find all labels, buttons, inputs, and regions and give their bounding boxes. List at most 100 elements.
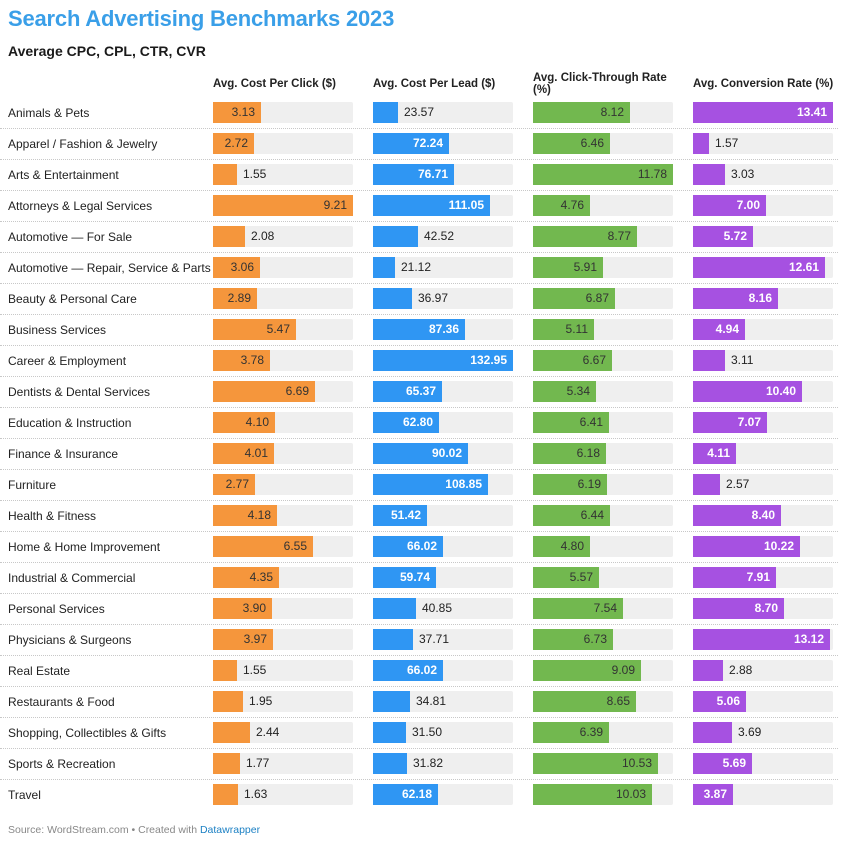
value-label-cpl: 42.52 <box>424 229 455 243</box>
value-label-cpc: 1.95 <box>249 694 273 708</box>
bar-track-cpc: 3.06 <box>213 257 353 278</box>
bar-track-ctr: 8.77 <box>533 226 673 247</box>
table-row: Personal Services 3.90 40.85 7.54 8.70 <box>0 594 838 625</box>
value-label-cpc: 3.97 <box>243 632 267 646</box>
table-row: Sports & Recreation 1.77 31.82 10.53 5.69 <box>0 749 838 780</box>
table-row: Career & Employment 3.78 132.95 6.67 3.11 <box>0 346 838 377</box>
row-label: Business Services <box>8 323 107 337</box>
value-label-cpl: 31.82 <box>413 756 444 770</box>
bar-cvr <box>693 660 723 681</box>
value-label-ctr: 7.54 <box>593 601 617 615</box>
value-label-cvr: 4.94 <box>715 322 739 336</box>
bar-track-ctr: 6.73 <box>533 629 673 650</box>
bar-cpl <box>373 226 418 247</box>
value-label-cvr: 2.88 <box>729 663 753 677</box>
bar-track-cpl: 40.85 <box>373 598 513 619</box>
bar-track-ctr: 5.91 <box>533 257 673 278</box>
value-label-ctr: 6.44 <box>580 508 604 522</box>
value-label-cvr: 8.70 <box>754 601 778 615</box>
row-label: Health & Fitness <box>8 509 97 523</box>
bar-cvr <box>693 350 725 371</box>
table-row: Business Services 5.47 87.36 5.11 4.94 <box>0 315 838 346</box>
table-row: Dentists & Dental Services 6.69 65.37 5.34 1… <box>0 377 838 408</box>
value-label-ctr: 5.11 <box>565 322 588 336</box>
table-row: Apparel / Fashion & Jewelry 2.72 72.24 6.46… <box>0 129 838 160</box>
bar-track-cpl: 59.74 <box>373 567 513 588</box>
bar-track-ctr: 8.12 <box>533 102 673 123</box>
table-row: Animals & Pets 3.13 23.57 8.12 13.41 <box>0 98 838 129</box>
value-label-ctr: 6.19 <box>577 477 601 491</box>
bar-track-cpc: 2.08 <box>213 226 353 247</box>
value-label-cpc: 1.77 <box>246 756 270 770</box>
value-label-cpl: 76.71 <box>417 167 448 181</box>
value-label-cpl: 59.74 <box>399 570 430 584</box>
bar-track-cpc: 1.55 <box>213 164 353 185</box>
datawrapper-link[interactable]: Datawrapper <box>200 824 260 836</box>
bar-track-cpc: 3.90 <box>213 598 353 619</box>
bar-track-ctr: 6.39 <box>533 722 673 743</box>
table-row: Automotive — Repair, Service & Parts 3.06… <box>0 253 838 284</box>
value-label-cvr: 1.57 <box>715 136 739 150</box>
value-label-cpc: 1.55 <box>243 663 267 677</box>
bar-track-cpl: 66.02 <box>373 536 513 557</box>
value-label-cpl: 66.02 <box>406 539 437 553</box>
value-label-ctr: 5.34 <box>566 384 590 398</box>
table-row: Home & Home Improvement 6.55 66.02 4.80 10.2… <box>0 532 838 563</box>
value-label-ctr: 6.18 <box>576 446 600 460</box>
bar-track-cpc: 9.21 <box>213 195 353 216</box>
value-label-cpl: 72.24 <box>412 136 443 150</box>
bar-track-ctr: 6.87 <box>533 288 673 309</box>
bar-track-cvr: 7.00 <box>693 195 833 216</box>
bar-track-ctr: 6.18 <box>533 443 673 464</box>
row-label: Animals & Pets <box>8 106 90 120</box>
value-label-cvr: 10.22 <box>763 539 794 553</box>
row-label: Sports & Recreation <box>8 757 116 771</box>
bar-track-cpl: 42.52 <box>373 226 513 247</box>
row-label: Home & Home Improvement <box>8 540 161 554</box>
value-label-cvr: 3.69 <box>738 725 762 739</box>
value-label-ctr: 6.87 <box>585 291 609 305</box>
row-label: Industrial & Commercial <box>8 571 136 585</box>
bar-track-cvr: 8.70 <box>693 598 833 619</box>
bar-cpl <box>373 102 398 123</box>
bar-track-cvr: 5.06 <box>693 691 833 712</box>
bar-track-cpc: 4.10 <box>213 412 353 433</box>
table-row: Arts & Entertainment 1.55 76.71 11.78 3.03 <box>0 160 838 191</box>
row-label: Apparel / Fashion & Jewelry <box>8 137 158 151</box>
table-row: Attorneys & Legal Services 9.21 111.05 4.76… <box>0 191 838 222</box>
value-label-cpc: 5.47 <box>266 322 290 336</box>
row-label: Real Estate <box>8 664 71 678</box>
value-label-cpl: 90.02 <box>431 446 462 460</box>
bar-track-ctr: 5.11 <box>533 319 673 340</box>
bar-track-cvr: 1.57 <box>693 133 833 154</box>
row-label: Travel <box>8 788 41 802</box>
value-label-cpc: 2.44 <box>256 725 280 739</box>
value-label-ctr: 8.77 <box>607 229 631 243</box>
value-label-cpl: 132.95 <box>470 353 507 367</box>
bar-track-cpl: 34.81 <box>373 691 513 712</box>
bar-track-cpc: 4.18 <box>213 505 353 526</box>
row-label: Restaurants & Food <box>8 695 115 709</box>
column-header-cvr: Avg. Conversion Rate (%) <box>693 78 834 90</box>
bar-track-ctr: 6.44 <box>533 505 673 526</box>
value-label-cvr: 3.03 <box>731 167 755 181</box>
table-row: Furniture 2.77 108.85 6.19 2.57 <box>0 470 838 501</box>
value-label-cvr: 3.11 <box>731 353 754 367</box>
chart-footer: Source: WordStream.com • Created with Da… <box>8 824 260 836</box>
bar-track-ctr: 5.57 <box>533 567 673 588</box>
value-label-cvr: 3.87 <box>703 787 727 801</box>
value-label-ctr: 5.57 <box>569 570 593 584</box>
bar-track-cvr: 4.94 <box>693 319 833 340</box>
bar-track-cvr: 10.22 <box>693 536 833 557</box>
bar-track-cvr: 5.69 <box>693 753 833 774</box>
value-label-cvr: 13.41 <box>796 105 827 119</box>
row-label: Finance & Insurance <box>8 447 119 461</box>
value-label-ctr: 8.65 <box>606 694 630 708</box>
value-label-cpl: 36.97 <box>418 291 449 305</box>
bar-track-cpl: 76.71 <box>373 164 513 185</box>
bar-track-cvr: 7.91 <box>693 567 833 588</box>
bar-track-cvr: 2.57 <box>693 474 833 495</box>
bar-track-cpc: 2.89 <box>213 288 353 309</box>
row-label: Beauty & Personal Care <box>8 292 137 306</box>
value-label-cpl: 40.85 <box>422 601 453 615</box>
